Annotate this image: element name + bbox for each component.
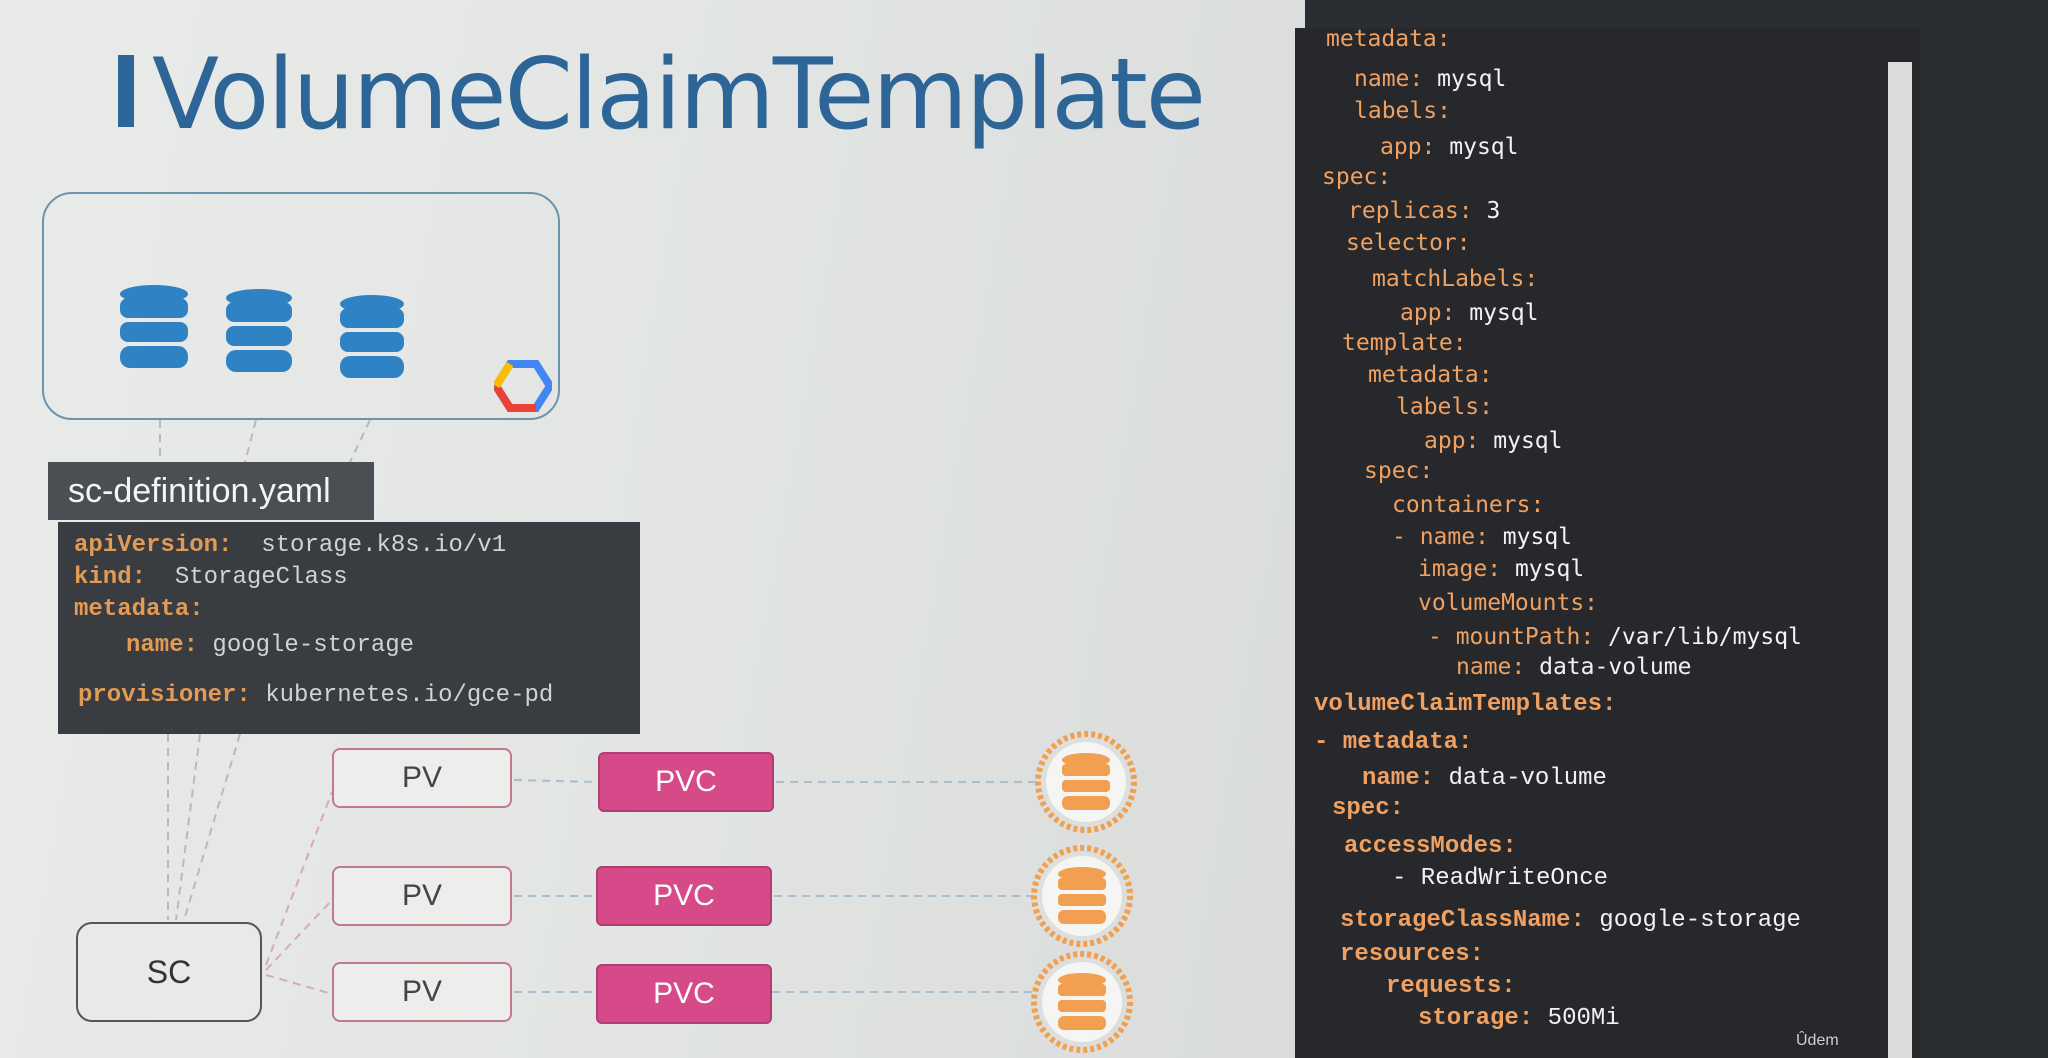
code-line: resources: — [1340, 941, 1485, 968]
code-line: - ReadWriteOnce — [1392, 865, 1609, 892]
disk-icon — [1031, 951, 1133, 1053]
code-line: containers: — [1392, 492, 1545, 518]
code-line: - name: mysql — [1392, 524, 1573, 550]
yaml-line: apiVersion: storage.k8s.io/v1 — [74, 532, 507, 559]
pv-box: PV — [332, 962, 512, 1022]
code-line: app: mysql — [1380, 134, 1519, 160]
code-line: storageClassName: google-storage — [1340, 907, 1801, 934]
code-line: labels: — [1396, 394, 1493, 420]
pvc-box: PVC — [598, 752, 774, 812]
code-line: volumeMounts: — [1418, 590, 1599, 616]
code-line: requests: — [1386, 973, 1516, 1000]
code-line: app: mysql — [1424, 428, 1563, 454]
pv-box: PV — [332, 748, 512, 808]
udemy-watermark: Ûdem — [1796, 1032, 1839, 1049]
code-line: metadata: — [1368, 362, 1493, 388]
yaml-line: kind: StorageClass — [74, 564, 348, 591]
disk-icon — [1035, 731, 1137, 833]
code-line: - metadata: — [1314, 729, 1473, 756]
code-line: storage: 500Mi — [1418, 1005, 1620, 1032]
code-line: name: data-volume — [1362, 765, 1607, 792]
storageclass-yaml: apiVersion: storage.k8s.io/v1 kind: Stor… — [58, 522, 640, 734]
code-line: accessModes: — [1344, 833, 1517, 860]
code-line: app: mysql — [1400, 300, 1539, 326]
code-line: template: — [1342, 330, 1467, 356]
code-line: labels: — [1354, 98, 1451, 124]
pvc-box: PVC — [596, 964, 772, 1024]
storage-class-box: SC — [76, 922, 262, 1022]
disk-icon — [1031, 845, 1133, 947]
code-line: image: mysql — [1418, 556, 1585, 582]
pvc-box: PVC — [596, 866, 772, 926]
code-line: - mountPath: /var/lib/mysql — [1428, 624, 1802, 650]
code-line: selector: — [1346, 230, 1471, 256]
yaml-file-tab: sc-definition.yaml — [48, 462, 374, 520]
pv-box: PV — [332, 866, 512, 926]
code-line: spec: — [1332, 795, 1405, 822]
code-line: replicas: 3 — [1348, 198, 1501, 224]
code-line: metadata: — [1326, 26, 1451, 52]
scrollbar[interactable] — [1888, 62, 1912, 1058]
yaml-line: name: google-storage — [126, 632, 415, 659]
code-line: volumeClaimTemplates: — [1314, 691, 1617, 718]
yaml-line: provisioner: kubernetes.io/gce-pd — [78, 682, 554, 709]
code-line: name: mysql — [1354, 66, 1507, 92]
code-line: spec: — [1322, 164, 1392, 190]
code-line: name: data-volume — [1456, 654, 1692, 680]
code-line: spec: — [1364, 458, 1434, 484]
slide: VolumeClaimTemplate sc-definition.yaml a… — [0, 0, 1305, 1058]
yaml-line: metadata: — [74, 596, 204, 623]
code-line: matchLabels: — [1372, 266, 1539, 292]
